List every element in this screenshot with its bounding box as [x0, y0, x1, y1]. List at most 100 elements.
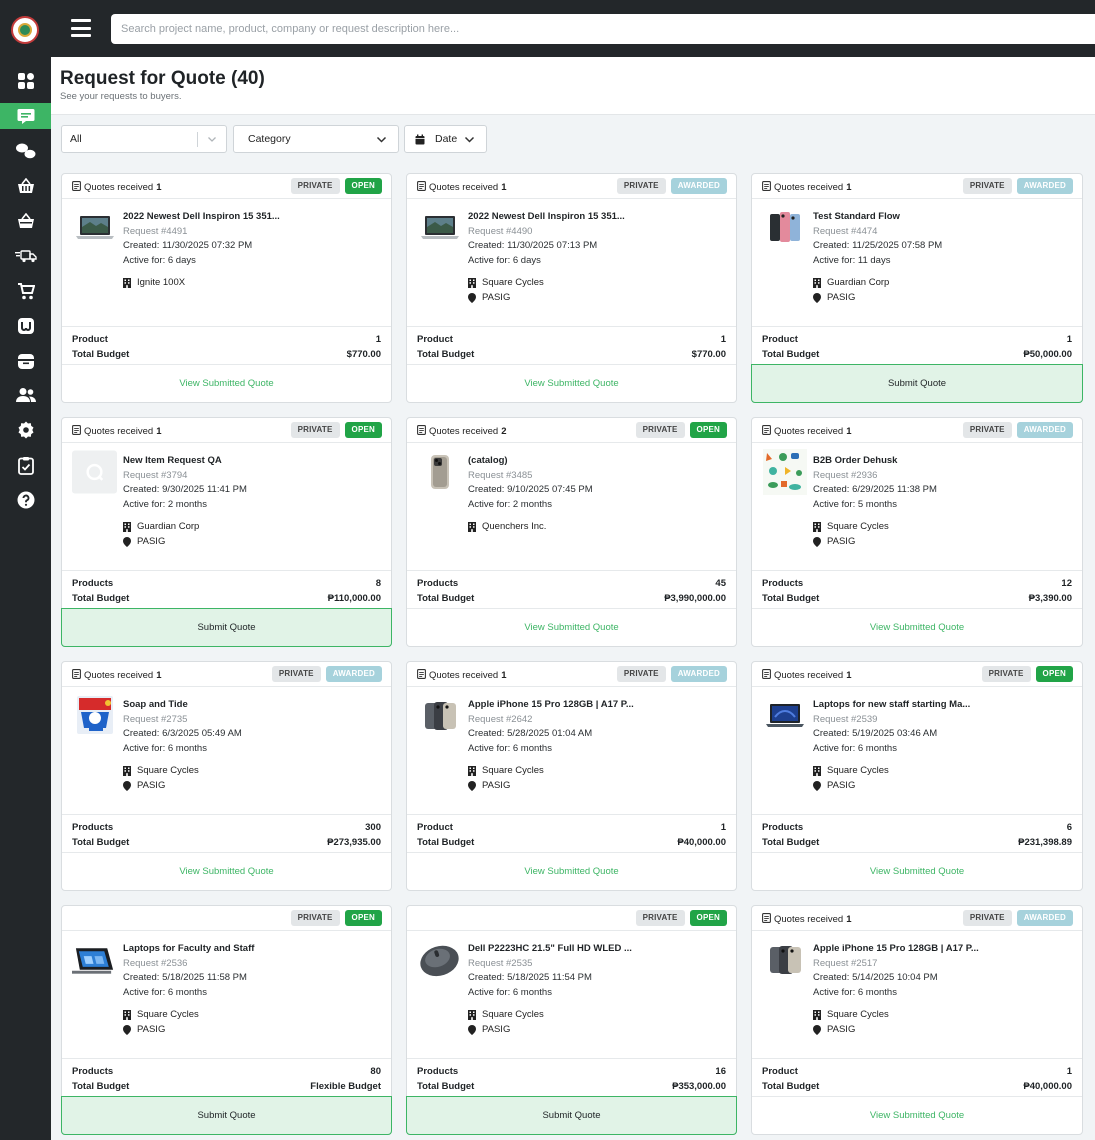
building-icon	[468, 1010, 476, 1021]
request-title[interactable]: New Item Request QA	[123, 454, 293, 469]
submit-quote-button[interactable]: Submit Quote	[61, 1096, 392, 1135]
messages-icon[interactable]	[0, 138, 51, 164]
settings-icon[interactable]	[0, 417, 51, 443]
menu-icon[interactable]	[71, 19, 91, 37]
logo[interactable]	[11, 16, 39, 44]
status-badge: OPEN	[689, 422, 727, 438]
product-count: 45	[715, 578, 726, 589]
category-filter-select[interactable]: Category	[233, 125, 399, 153]
company: Square Cycles	[468, 276, 544, 291]
company: Ignite 100X	[123, 276, 185, 291]
request-title[interactable]: Dell P2223HC 21.5" Full HD WLED ...	[468, 942, 638, 957]
quotes-received-label: Quotes received	[774, 670, 844, 681]
date-filter-button[interactable]: Date	[404, 125, 487, 153]
rfq-card[interactable]: PRIVATE OPEN Laptops for Faculty and Sta…	[61, 905, 392, 1135]
request-number: Request #2642	[468, 713, 533, 725]
active-duration: Active for: 2 months	[123, 498, 207, 510]
clipboard-check-icon[interactable]	[0, 452, 51, 478]
view-submitted-quote-link[interactable]: View Submitted Quote	[752, 1096, 1082, 1134]
company-name: Square Cycles	[482, 765, 544, 776]
rfq-card[interactable]: Quotes received 1 PRIVATE AWARDED Apple …	[751, 905, 1083, 1135]
request-title[interactable]: 2022 Newest Dell Inspiron 15 351...	[123, 210, 293, 225]
company: Square Cycles	[468, 764, 544, 779]
product-count: 1	[375, 334, 381, 345]
submit-quote-button[interactable]: Submit Quote	[751, 364, 1083, 403]
search-input[interactable]	[111, 14, 1095, 44]
card-summary: Products 45 Total Budget ₱3,990,000.00	[407, 570, 736, 606]
location: PASIG	[813, 1023, 889, 1038]
page-subtitle: See your requests to buyers.	[60, 91, 182, 102]
product-count: 8	[375, 578, 381, 589]
buyer-info: Square Cycles PASIG	[468, 764, 544, 793]
inbox-icon[interactable]	[0, 348, 51, 374]
rfq-card[interactable]: Quotes received 1 PRIVATE AWARDED B2B Or…	[751, 417, 1083, 647]
view-submitted-quote-link[interactable]: View Submitted Quote	[752, 852, 1082, 890]
view-submitted-quote-link[interactable]: View Submitted Quote	[407, 364, 736, 402]
privacy-badge: PRIVATE	[616, 666, 666, 682]
location: PASIG	[123, 1023, 199, 1038]
status-filter-select[interactable]: All	[61, 125, 227, 153]
product-count-label: Products	[417, 1066, 459, 1077]
document-icon	[762, 913, 771, 923]
product-thumbnail	[762, 698, 807, 734]
view-submitted-quote-link[interactable]: View Submitted Quote	[62, 364, 391, 402]
rfq-card[interactable]: Quotes received 1 PRIVATE OPEN Laptops f…	[751, 661, 1083, 891]
rfq-card[interactable]: Quotes received 1 PRIVATE AWARDED 2022 N…	[406, 173, 737, 403]
product-count: 12	[1061, 578, 1072, 589]
request-title[interactable]: (catalog)	[468, 454, 638, 469]
chat-request-icon[interactable]	[0, 103, 51, 129]
privacy-badge: PRIVATE	[962, 422, 1012, 438]
view-submitted-quote-link[interactable]: View Submitted Quote	[62, 852, 391, 890]
buyer-info: Square Cycles PASIG	[468, 1008, 544, 1037]
delivery-icon[interactable]	[0, 243, 51, 269]
status-filter-value: All	[70, 133, 82, 145]
request-info: Laptops for new staff starting Ma... Req…	[813, 698, 1072, 756]
card-summary: Products 80 Total Budget Flexible Budget	[62, 1058, 391, 1094]
users-icon[interactable]	[0, 382, 51, 408]
quotes-received: Quotes received 1	[417, 669, 506, 682]
card-header: Quotes received 1 PRIVATE AWARDED	[62, 662, 391, 687]
rfq-card[interactable]: Quotes received 1 PRIVATE AWARDED Apple …	[406, 661, 737, 891]
submit-quote-button[interactable]: Submit Quote	[61, 608, 392, 647]
dashboard-icon[interactable]	[0, 68, 51, 94]
product-thumbnail	[762, 942, 807, 978]
buyer-info: Guardian Corp PASIG	[123, 520, 199, 549]
request-title[interactable]: Test Standard Flow	[813, 210, 983, 225]
rfq-card[interactable]: Quotes received 2 PRIVATE OPEN (catalog)…	[406, 417, 737, 647]
building-icon	[123, 1010, 131, 1021]
request-title[interactable]: Laptops for new staff starting Ma...	[813, 698, 983, 713]
rfq-card[interactable]: Quotes received 1 PRIVATE AWARDED Soap a…	[61, 661, 392, 891]
rfq-card[interactable]: Quotes received 1 PRIVATE OPEN New Item …	[61, 417, 392, 647]
request-title[interactable]: B2B Order Dehusk	[813, 454, 983, 469]
request-number: Request #2535	[468, 957, 533, 969]
location: PASIG	[468, 291, 544, 306]
view-submitted-quote-link[interactable]: View Submitted Quote	[407, 608, 736, 646]
map-pin-icon	[813, 780, 821, 791]
card-header: Quotes received 1 PRIVATE AWARDED	[407, 174, 736, 199]
product-thumbnail	[417, 454, 462, 490]
basket-alt-icon[interactable]	[0, 208, 51, 234]
product-count: 16	[715, 1066, 726, 1077]
basket-icon[interactable]	[0, 173, 51, 199]
store-icon[interactable]	[0, 313, 51, 339]
status-badge: OPEN	[344, 178, 382, 194]
submit-quote-button[interactable]: Submit Quote	[406, 1096, 737, 1135]
request-title[interactable]: 2022 Newest Dell Inspiron 15 351...	[468, 210, 638, 225]
total-budget: ₱50,000.00	[1023, 349, 1072, 360]
rfq-card[interactable]: Quotes received 1 PRIVATE OPEN 2022 Newe…	[61, 173, 392, 403]
rfq-card[interactable]: Quotes received 1 PRIVATE AWARDED Test S…	[751, 173, 1083, 403]
cart-icon[interactable]	[0, 278, 51, 304]
product-count: 1	[720, 822, 726, 833]
help-icon[interactable]	[0, 487, 51, 513]
request-info: Test Standard Flow Request #4474 Created…	[813, 210, 1072, 268]
view-submitted-quote-link[interactable]: View Submitted Quote	[407, 852, 736, 890]
request-title[interactable]: Soap and Tide	[123, 698, 293, 713]
request-title[interactable]: Laptops for Faculty and Staff	[123, 942, 293, 957]
location: PASIG	[123, 535, 199, 550]
request-title[interactable]: Apple iPhone 15 Pro 128GB | A17 P...	[813, 942, 983, 957]
active-duration: Active for: 6 months	[123, 986, 207, 998]
request-title[interactable]: Apple iPhone 15 Pro 128GB | A17 P...	[468, 698, 638, 713]
rfq-card[interactable]: PRIVATE OPEN Dell P2223HC 21.5" Full HD …	[406, 905, 737, 1135]
total-budget: ₱3,990,000.00	[664, 593, 726, 604]
view-submitted-quote-link[interactable]: View Submitted Quote	[752, 608, 1082, 646]
